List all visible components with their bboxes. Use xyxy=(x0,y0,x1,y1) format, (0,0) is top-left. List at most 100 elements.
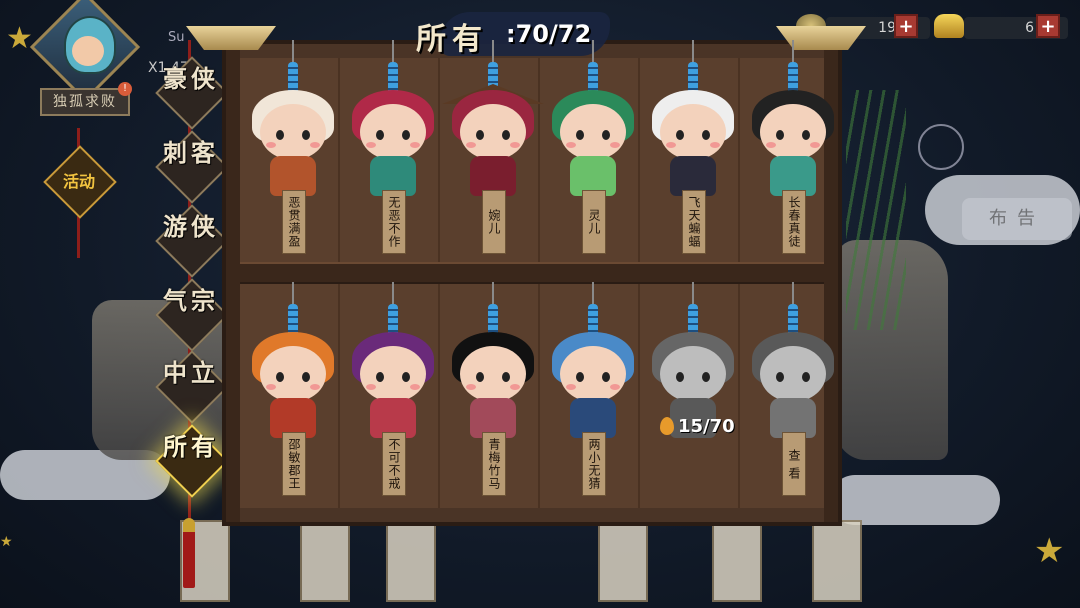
category-tab-cike[interactable]: 刺客 xyxy=(155,130,229,204)
figure-name-tag: 无恶不作 xyxy=(382,190,406,254)
figure-face xyxy=(360,346,426,402)
figure-blush xyxy=(610,384,620,390)
player-name: Su xyxy=(168,30,185,45)
figure-eye xyxy=(576,372,584,382)
figure-name-tag: 婉儿 xyxy=(482,190,506,254)
figure-card[interactable]: 长春真徒 xyxy=(744,40,842,270)
figure-eye xyxy=(276,130,284,140)
figure-face xyxy=(660,346,726,402)
figure-blush xyxy=(810,142,820,148)
figure-card[interactable]: 查 看 xyxy=(744,282,842,512)
notice-sign[interactable]: 布告 xyxy=(962,198,1072,240)
figure-blush xyxy=(310,384,320,390)
figure-face xyxy=(260,104,326,160)
hanging-scroll xyxy=(712,520,762,602)
figure-eye xyxy=(502,130,510,140)
category-tab-label: 气宗 xyxy=(163,286,219,315)
figure-name-tag: 灵儿 xyxy=(582,190,606,254)
figure-face xyxy=(560,346,626,402)
figure-blush xyxy=(766,142,776,148)
category-tab-zhongli[interactable]: 中立 xyxy=(155,350,229,424)
figure-blush xyxy=(366,142,376,148)
figure-card[interactable]: 恶贯满盈 xyxy=(244,40,342,270)
fragment-icon xyxy=(660,417,674,435)
figure-eye xyxy=(702,372,710,382)
figure-card[interactable]: 青梅竹马 xyxy=(444,282,542,512)
cloud xyxy=(830,475,1000,525)
category-tab-label: 游侠 xyxy=(163,212,219,241)
category-tassel xyxy=(183,518,195,588)
figure-eye xyxy=(676,372,684,382)
figure-face xyxy=(760,346,826,402)
gold-ingot-icon xyxy=(934,14,964,38)
lantern-label: 活动 xyxy=(62,172,95,191)
bubble-decoration xyxy=(918,124,964,170)
figure-name-tag: 青梅竹马 xyxy=(482,432,506,496)
figure-face xyxy=(260,346,326,402)
figure-face xyxy=(460,104,526,160)
add-gold-ingot-button[interactable]: + xyxy=(1036,14,1060,38)
figure-eye xyxy=(776,130,784,140)
figure-name-tag: 飞天蝙蝠 xyxy=(682,190,706,254)
category-tab-youxia[interactable]: 游侠 xyxy=(155,204,229,278)
figure-name-tag: 恶贯满盈 xyxy=(282,190,306,254)
hanging-scroll xyxy=(812,520,862,602)
star-icon: ★ xyxy=(1034,531,1065,571)
figure-blush xyxy=(510,384,520,390)
figure-blush xyxy=(710,142,720,148)
figure-name-tag: 不可不戒 xyxy=(382,432,406,496)
figure-face xyxy=(660,104,726,160)
figure-blush xyxy=(266,384,276,390)
figure-blush xyxy=(466,384,476,390)
figure-blush xyxy=(310,142,320,148)
category-tab-all[interactable]: 所有 xyxy=(155,424,229,498)
figure-card[interactable]: 婉儿 xyxy=(442,40,544,270)
avatar-face xyxy=(72,36,104,66)
category-tab-qizong[interactable]: 气宗 xyxy=(155,278,229,352)
figure-card[interactable] xyxy=(644,282,742,512)
figure-eye xyxy=(502,372,510,382)
figure-eye xyxy=(776,372,784,382)
figure-eye xyxy=(702,130,710,140)
figure-eye xyxy=(476,372,484,382)
figure-eye xyxy=(276,372,284,382)
figure-name-tag: 两小无猜 xyxy=(582,432,606,496)
player-title-tag[interactable]: 独孤求败 xyxy=(40,88,130,116)
figure-blush xyxy=(610,142,620,148)
figure-card[interactable]: 灵儿 xyxy=(544,40,642,270)
figure-blush xyxy=(466,142,476,148)
figure-eye xyxy=(676,130,684,140)
figure-blush xyxy=(566,142,576,148)
category-tab-haoxia[interactable]: 豪侠 xyxy=(155,56,229,130)
fragment-progress: 15/70 xyxy=(678,416,735,437)
hanging-scroll xyxy=(598,520,648,602)
figure-name-tag: 长春真徒 xyxy=(782,190,806,254)
figure-name-tag: 邵敏郡王 xyxy=(282,432,306,496)
figure-eye xyxy=(402,130,410,140)
figure-eye xyxy=(402,372,410,382)
figure-eye xyxy=(376,130,384,140)
category-tab-label: 刺客 xyxy=(163,138,219,167)
player-avatar[interactable] xyxy=(29,0,141,103)
shelf-post xyxy=(226,44,240,522)
figure-face xyxy=(760,104,826,160)
figure-eye xyxy=(602,372,610,382)
category-tab-label: 中立 xyxy=(163,358,219,387)
star-icon: ★ xyxy=(6,21,33,56)
figure-eye xyxy=(602,130,610,140)
category-tab-label: 所有 xyxy=(163,432,219,461)
figure-blush xyxy=(410,142,420,148)
add-leaf-currency-button[interactable]: + xyxy=(894,14,918,38)
event-lantern[interactable]: 活动 xyxy=(43,128,117,258)
notification-badge: ! xyxy=(118,82,132,96)
figure-card[interactable]: 飞天蝙蝠 xyxy=(644,40,742,270)
hanging-scroll xyxy=(300,520,350,602)
figure-blush xyxy=(510,142,520,148)
figure-card[interactable]: 无恶不作 xyxy=(344,40,442,270)
figure-blush xyxy=(410,384,420,390)
figure-card[interactable]: 两小无猜 xyxy=(544,282,642,512)
figure-blush xyxy=(266,142,276,148)
figure-card[interactable]: 不可不戒 xyxy=(344,282,442,512)
bamboo-decoration xyxy=(846,90,906,330)
figure-card[interactable]: 邵敏郡王 xyxy=(244,282,342,512)
